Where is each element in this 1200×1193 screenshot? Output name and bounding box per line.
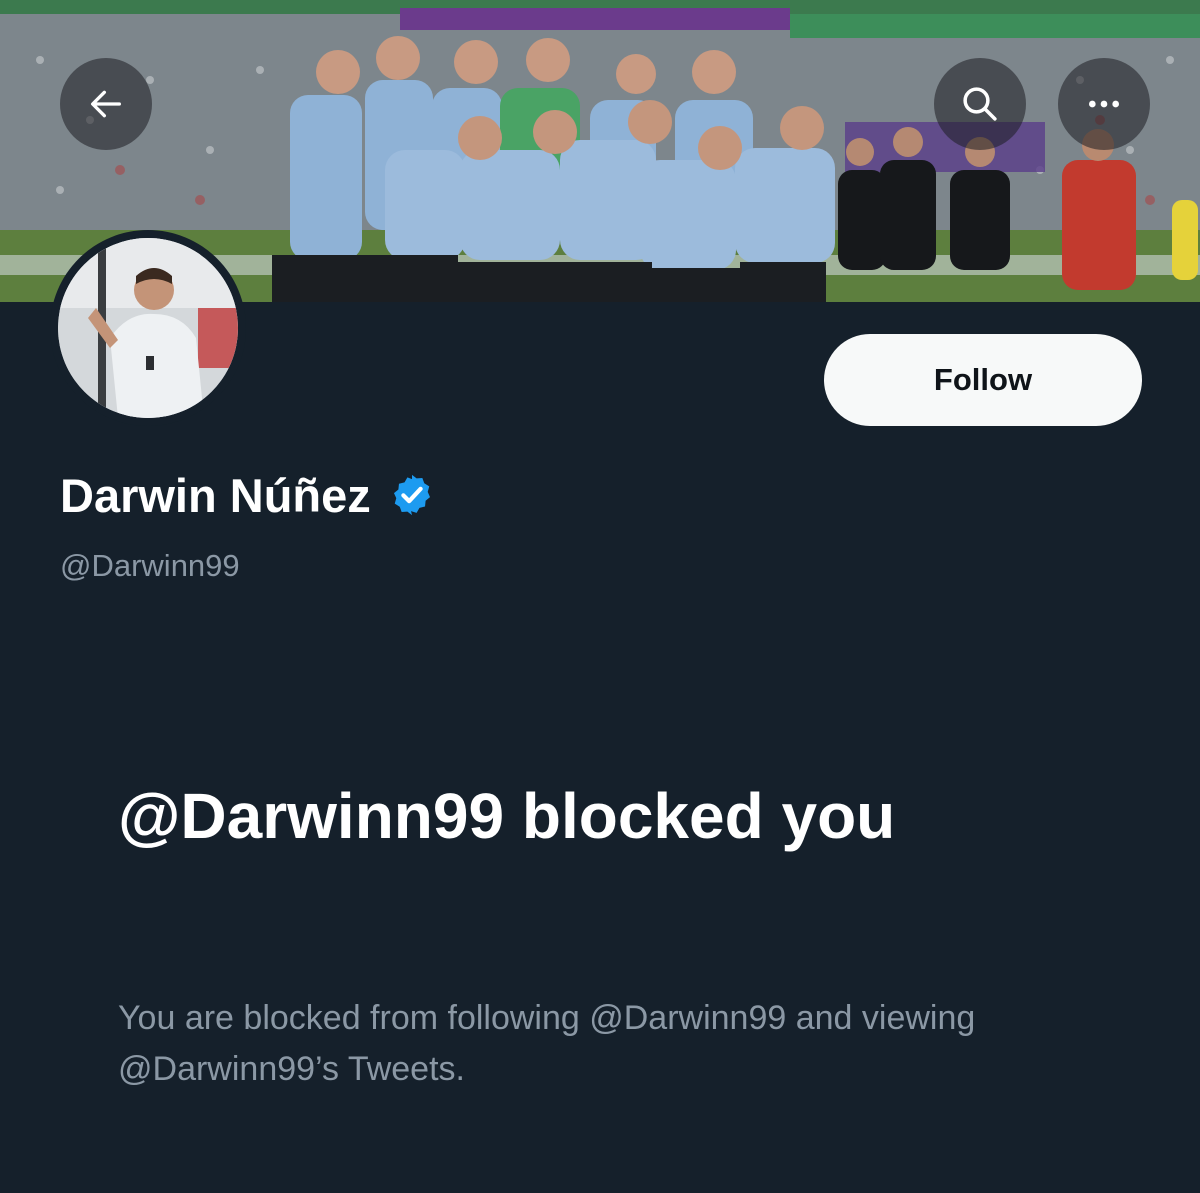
more-dots-icon xyxy=(1089,100,1119,108)
avatar-photo xyxy=(58,238,238,418)
arrow-left-icon xyxy=(91,90,122,118)
blocked-description: You are blocked from following @Darwinn9… xyxy=(118,999,976,1088)
display-name-row: Darwin Núñez xyxy=(60,462,435,528)
verified-badge-icon[interactable] xyxy=(389,472,435,518)
more-button[interactable] xyxy=(1058,58,1150,150)
search-icon xyxy=(963,87,997,121)
search-button[interactable] xyxy=(934,58,1026,150)
display-name: Darwin Núñez xyxy=(60,468,371,522)
profile-avatar[interactable] xyxy=(50,230,246,426)
blocked-title: @Darwinn99 blocked you xyxy=(118,780,896,852)
follow-button[interactable]: Follow xyxy=(824,334,1142,426)
profile-handle: @Darwinn99 xyxy=(60,548,240,583)
back-button[interactable] xyxy=(60,58,152,150)
